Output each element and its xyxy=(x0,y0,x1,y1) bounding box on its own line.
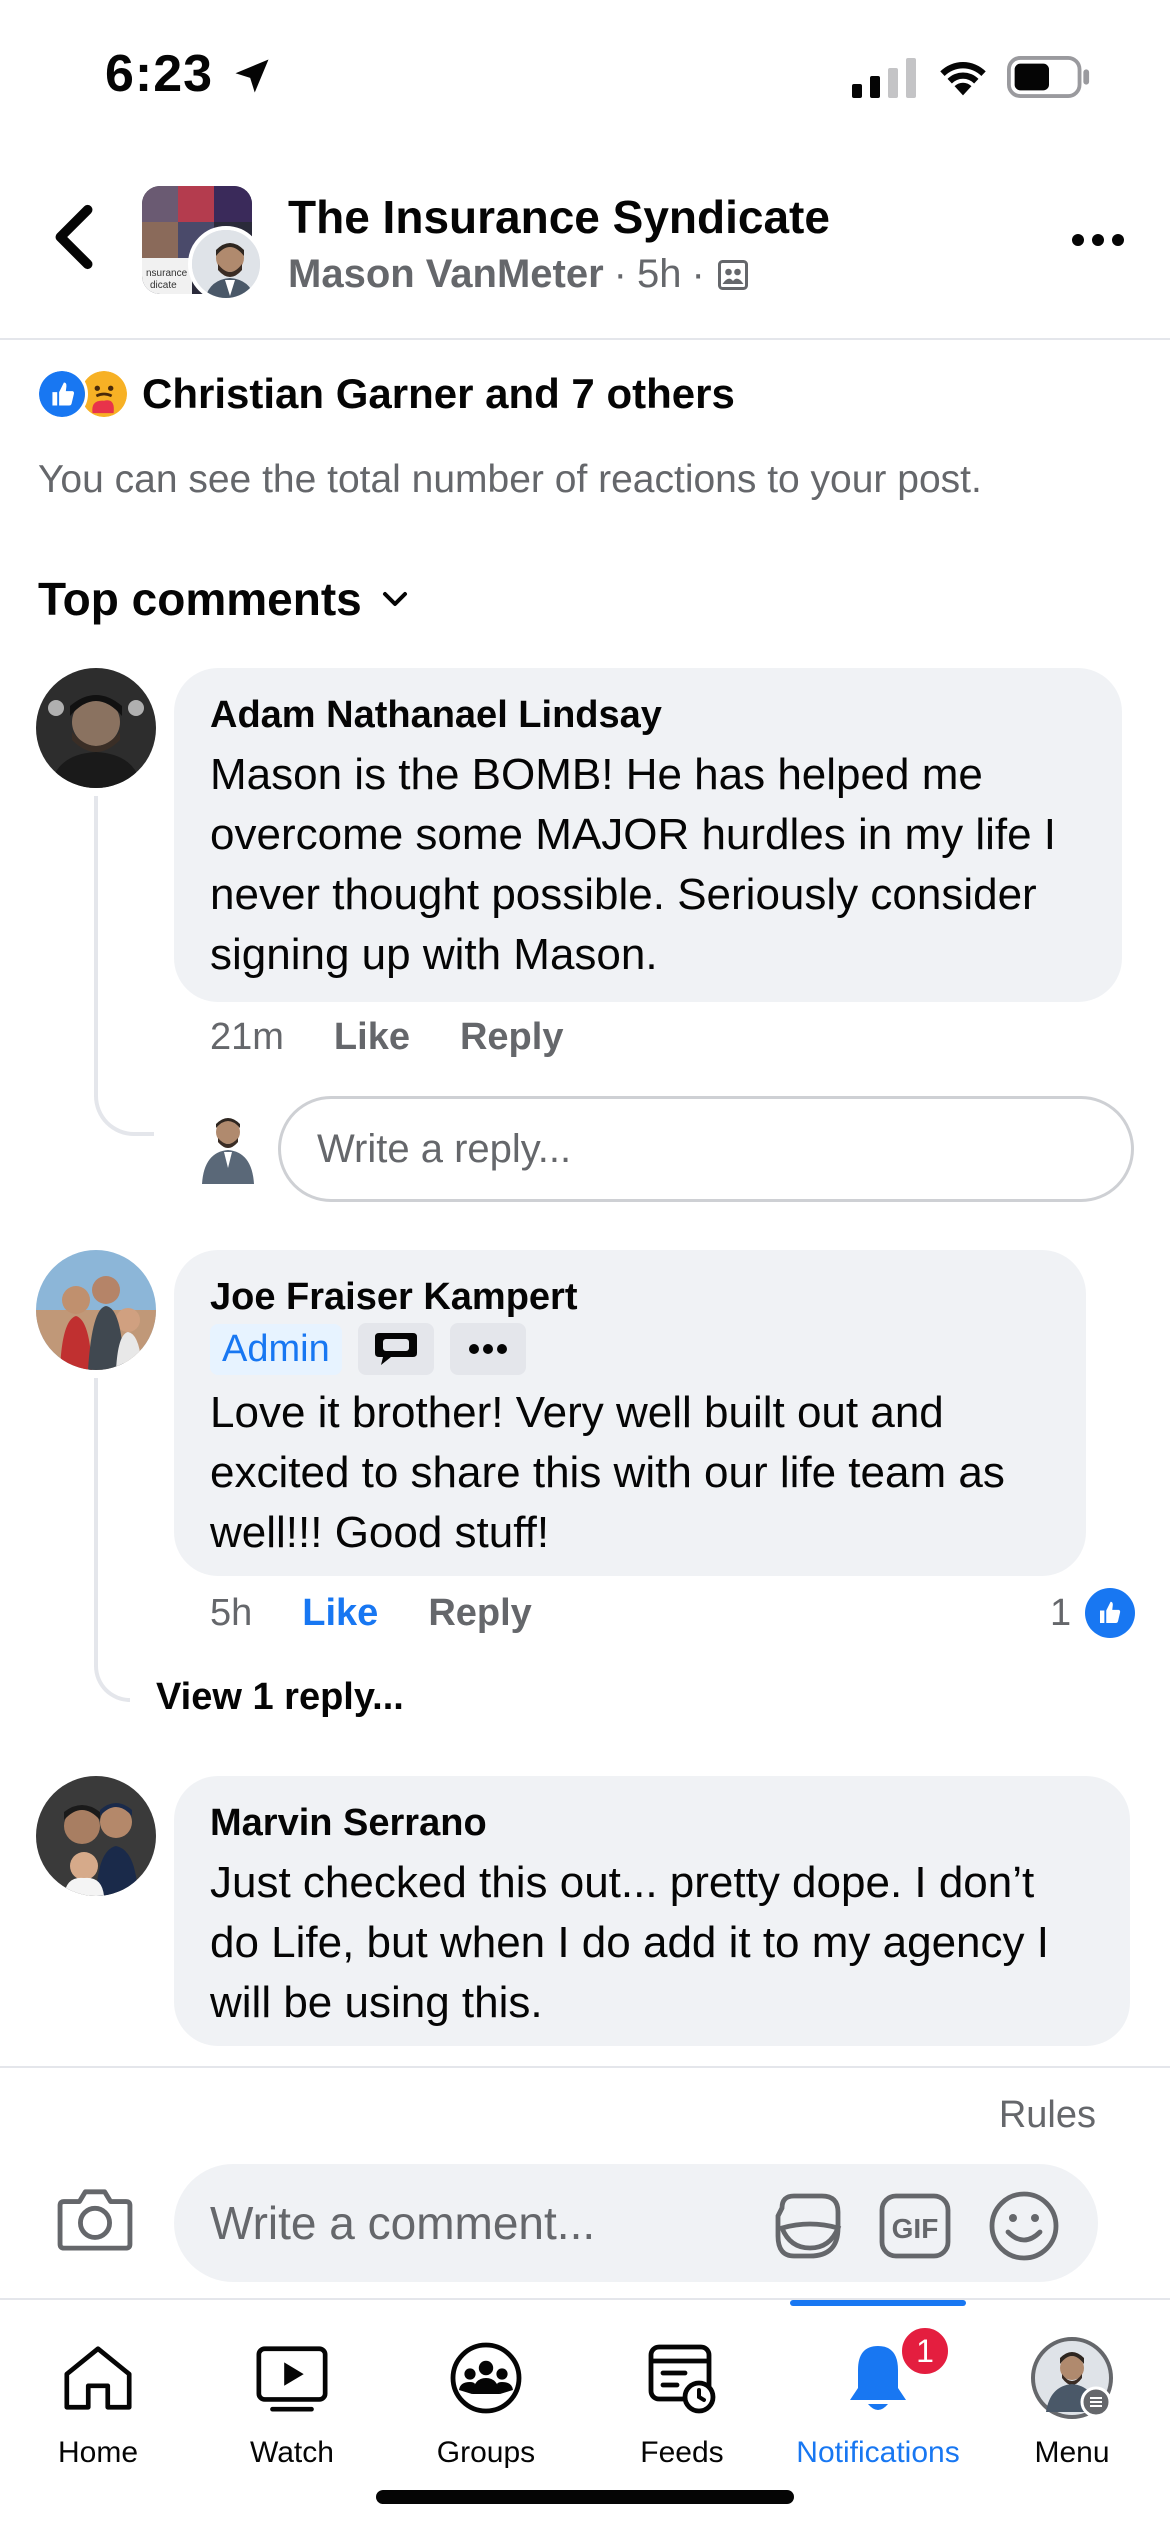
like-button[interactable]: Like xyxy=(302,1592,378,1635)
like-reaction-icon xyxy=(36,368,88,420)
post-meta: Mason VanMeter · 5h · xyxy=(288,252,751,297)
tab-menu[interactable]: Menu xyxy=(974,2328,1170,2470)
comment-line: Mason is the BOMB! He has helped me xyxy=(210,750,983,799)
comment-line: do Life, but when I do add it to my agen… xyxy=(210,1918,1049,1967)
view-replies-link[interactable]: View 1 reply... xyxy=(156,1676,404,1719)
comment-placeholder: Write a comment... xyxy=(210,2197,596,2249)
active-tab-indicator xyxy=(790,2300,966,2306)
post-time: 5h xyxy=(636,252,682,296)
author-avatar[interactable] xyxy=(188,226,264,302)
comment-line: will be using this. xyxy=(210,1978,543,2027)
reply-input[interactable]: Write a reply... xyxy=(278,1096,1134,1202)
more-options-icon[interactable] xyxy=(1070,220,1126,260)
comment-composer: Rules Write a comment... GIF xyxy=(0,2066,1170,2298)
status-bar: 6:23 xyxy=(0,0,1170,150)
sticker-icon[interactable] xyxy=(770,2188,846,2264)
comment-time: 21m xyxy=(210,1016,284,1058)
reactions-info: You can see the total number of reaction… xyxy=(38,458,982,501)
group-name[interactable]: The Insurance Syndicate xyxy=(288,190,830,244)
feeds-icon xyxy=(648,2344,716,2414)
like-count-number: 1 xyxy=(1050,1591,1072,1634)
tab-label: Notifications xyxy=(796,2436,960,2469)
tab-feeds[interactable]: Feeds xyxy=(584,2328,780,2470)
tab-label: Feeds xyxy=(640,2436,724,2469)
location-arrow-icon xyxy=(235,59,269,93)
more-badges-icon[interactable] xyxy=(449,1323,526,1375)
notification-count-badge: 1 xyxy=(898,2324,952,2378)
like-button[interactable]: Like xyxy=(334,1016,410,1059)
comment-line: overcome some MAJOR hurdles in my life I xyxy=(210,810,1057,859)
comment-text: Love it brother! Very well built out and… xyxy=(210,1383,1050,1563)
comment-bubble[interactable]: Adam Nathanael Lindsay Mason is the BOMB… xyxy=(174,668,1122,1002)
comment-time: 5h xyxy=(210,1592,253,1634)
thread-line xyxy=(94,1378,130,1702)
cellular-signal-icon xyxy=(852,58,916,98)
rules-link[interactable]: Rules xyxy=(999,2094,1096,2137)
commenter-name[interactable]: Marvin Serrano xyxy=(210,1802,1094,1845)
wifi-icon xyxy=(940,62,986,96)
commenter-avatar[interactable] xyxy=(36,1776,156,1896)
status-time: 6:23 xyxy=(105,45,214,103)
reactions-text: Christian Garner and 7 others xyxy=(142,370,735,417)
reactions-summary[interactable]: Christian Garner and 7 others xyxy=(36,368,735,420)
reply-button[interactable]: Reply xyxy=(460,1016,563,1059)
battery-icon xyxy=(1007,56,1090,98)
commenter-name[interactable]: Joe Fraiser Kampert xyxy=(210,1276,1050,1319)
comment-line: signing up with Mason. xyxy=(210,930,658,979)
commenter-name[interactable]: Adam Nathanael Lindsay xyxy=(210,694,1086,737)
comment-line: Love it brother! Very well built out and xyxy=(210,1388,944,1437)
comment-bubble[interactable]: Marvin Serrano Just checked this out... … xyxy=(174,1776,1130,2046)
commenter-avatar[interactable] xyxy=(36,668,156,788)
meta-separator: · xyxy=(691,252,705,296)
comment-line: never thought possible. Seriously consid… xyxy=(210,870,1037,919)
tab-home[interactable]: Home xyxy=(0,2328,196,2470)
comment-actions: 5h Like Reply xyxy=(210,1592,532,1635)
groups-icon xyxy=(450,2342,522,2414)
author-name[interactable]: Mason VanMeter xyxy=(288,252,604,297)
comment-line: Just checked this out... pretty dope. I … xyxy=(210,1858,1035,1907)
back-arrow-icon[interactable] xyxy=(44,202,104,272)
comment-line: excited to share this with our life team… xyxy=(210,1448,1005,1497)
comment-line: well!!! Good stuff! xyxy=(210,1508,550,1557)
chevron-down-icon xyxy=(382,592,407,606)
tab-groups[interactable]: Groups xyxy=(388,2328,584,2470)
comment-text: Just checked this out... pretty dope. I … xyxy=(210,1853,1094,2033)
comment-bubble[interactable]: Joe Fraiser Kampert Admin Love it brothe… xyxy=(174,1250,1086,1576)
svg-text:dicate: dicate xyxy=(150,280,177,291)
comment-actions: 21m Like Reply xyxy=(210,1016,563,1059)
camera-icon[interactable] xyxy=(56,2186,134,2252)
group-privacy-icon xyxy=(717,259,748,290)
tab-label: Groups xyxy=(436,2436,536,2469)
post-header: nsurance dicate The Insurance Syndicate … xyxy=(0,150,1170,340)
gif-icon[interactable]: GIF xyxy=(878,2192,952,2260)
tab-watch[interactable]: Watch xyxy=(194,2328,390,2470)
comment-input[interactable]: Write a comment... xyxy=(174,2164,1098,2282)
meta-separator: · xyxy=(613,252,627,296)
my-avatar xyxy=(196,1112,260,1184)
watch-icon xyxy=(256,2346,328,2412)
like-reaction-icon xyxy=(1085,1588,1136,1638)
tab-label: Watch xyxy=(250,2436,334,2469)
svg-text:GIF: GIF xyxy=(892,2213,939,2244)
home-indicator xyxy=(376,2490,794,2504)
tab-label: Menu xyxy=(1034,2436,1110,2469)
home-icon xyxy=(64,2346,132,2410)
comment-text: Mason is the BOMB! He has helped me over… xyxy=(210,745,1086,985)
commenter-avatar[interactable] xyxy=(36,1250,156,1370)
reply-button[interactable]: Reply xyxy=(428,1592,531,1635)
profile-avatar-icon xyxy=(1031,2337,1113,2419)
emoji-icon[interactable] xyxy=(986,2188,1062,2264)
tab-label: Home xyxy=(57,2436,139,2469)
commenter-badges: Admin xyxy=(210,1323,1050,1375)
top-comments-label: Top comments xyxy=(38,573,362,625)
tab-notifications[interactable]: 1 Notifications xyxy=(780,2324,976,2470)
admin-badge[interactable]: Admin xyxy=(210,1323,342,1375)
thread-line xyxy=(94,796,154,1136)
svg-text:nsurance: nsurance xyxy=(146,268,188,279)
top-comments-sort[interactable]: Top comments xyxy=(38,572,410,626)
conversation-starter-icon[interactable] xyxy=(357,1323,434,1375)
comment-like-count[interactable]: 1 xyxy=(1050,1588,1136,1638)
